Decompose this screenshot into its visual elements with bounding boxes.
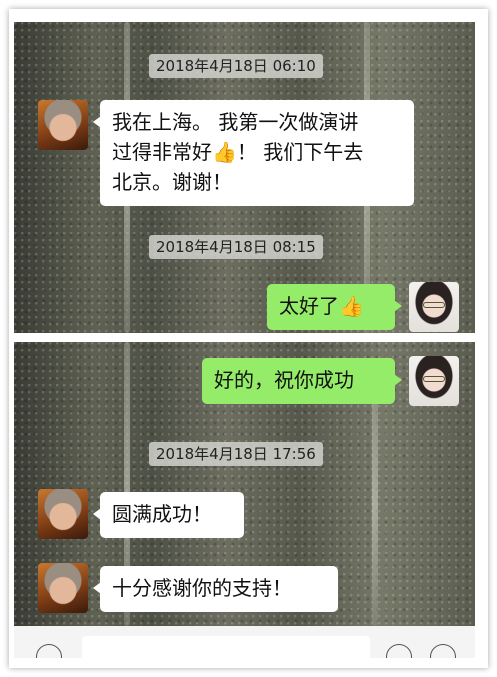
message-bubble-received[interactable]: 十分感谢你的支持！ — [93, 566, 338, 612]
contact-avatar[interactable] — [38, 100, 88, 150]
rain-streak — [372, 382, 378, 626]
emoji-icon[interactable] — [386, 644, 412, 658]
message-text: 北京。谢谢！ — [112, 170, 232, 194]
message-input[interactable] — [82, 636, 370, 658]
message-text: 十分感谢你的支持！ — [112, 576, 292, 600]
message-bubble-received[interactable]: 圆满成功！ — [93, 492, 244, 538]
my-avatar[interactable] — [409, 282, 459, 332]
plus-icon[interactable] — [430, 644, 456, 658]
message-text: 我在上海。 我第一次做演讲 — [112, 110, 359, 134]
timestamp: 2018年4月18日 06:10 — [149, 54, 323, 78]
chat-panel-top: 2018年4月18日 06:10 我在上海。 我第一次做演讲 过得非常好👍！ 我… — [14, 22, 475, 333]
voice-icon[interactable] — [36, 644, 62, 658]
input-bar — [14, 626, 475, 658]
message-bubble-received[interactable]: 我在上海。 我第一次做演讲 过得非常好👍！ 我们下午去 北京。谢谢！ — [93, 100, 414, 206]
message-text: 好的，祝你成功 — [214, 368, 354, 392]
message-bubble-sent[interactable]: 好的，祝你成功 — [202, 358, 402, 404]
message-text: 太好了 — [279, 294, 339, 318]
timestamp: 2018年4月18日 17:56 — [149, 442, 323, 466]
contact-avatar[interactable] — [38, 563, 88, 613]
message-text: 圆满成功！ — [112, 502, 212, 526]
chat-panel-bottom: 好的，祝你成功 2018年4月18日 17:56 圆满成功！ 十分感谢你的支持！ — [14, 342, 475, 626]
contact-avatar[interactable] — [38, 489, 88, 539]
message-text: 过得非常好👍！ 我们下午去 — [112, 140, 364, 164]
thumbs-up-icon: 👍 — [339, 294, 364, 318]
message-bubble-sent[interactable]: 太好了👍 — [267, 284, 402, 330]
thumbs-up-icon: 👍 — [212, 140, 237, 164]
my-avatar[interactable] — [409, 356, 459, 406]
timestamp: 2018年4月18日 08:15 — [149, 235, 323, 259]
